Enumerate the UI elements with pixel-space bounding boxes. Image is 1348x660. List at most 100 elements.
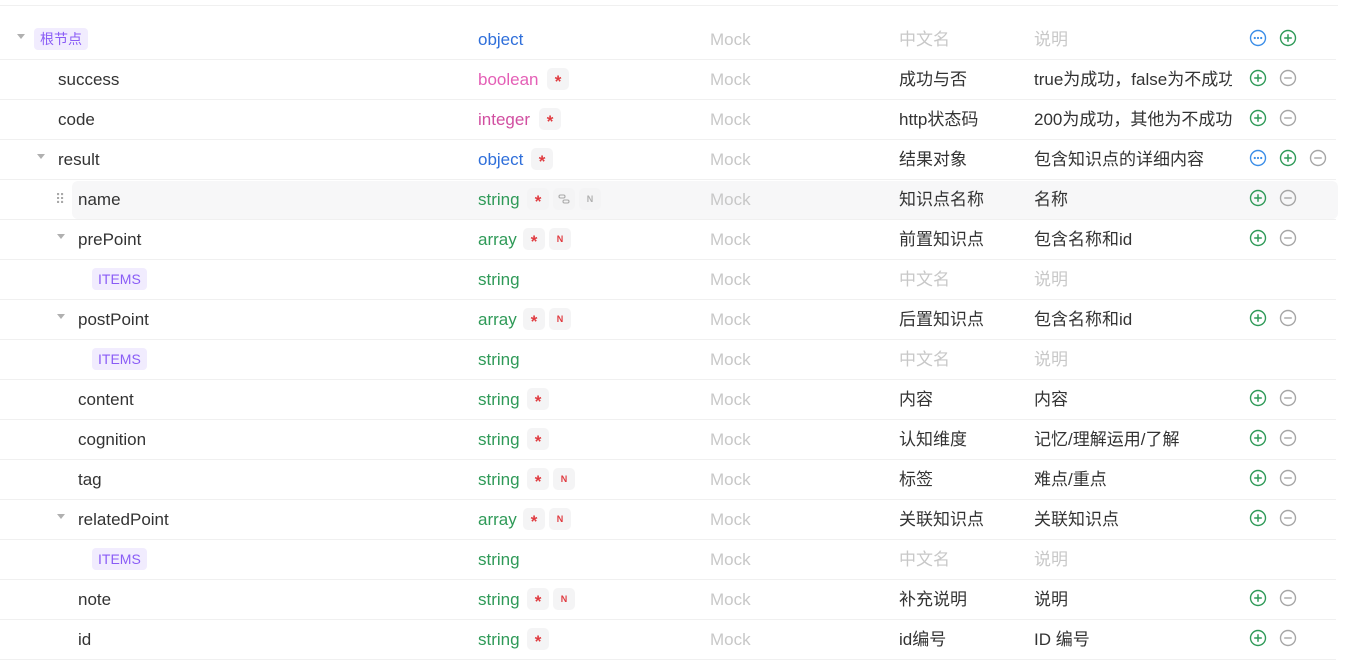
description-input[interactable]: 包含名称和id xyxy=(1034,309,1232,331)
chinese-name-input[interactable]: 前置知识点 xyxy=(899,229,984,251)
field-type[interactable]: integer xyxy=(478,109,530,131)
mock-input[interactable]: Mock xyxy=(710,349,751,371)
required-badge[interactable]: * xyxy=(523,228,545,251)
drag-handle-icon[interactable]: ⠿ xyxy=(55,191,65,207)
chinese-name-input[interactable]: 内容 xyxy=(899,389,933,411)
description-input[interactable]: 名称 xyxy=(1034,189,1232,211)
add-child-icon[interactable] xyxy=(1249,189,1267,207)
mock-input[interactable]: Mock xyxy=(710,149,751,171)
field-type[interactable]: string xyxy=(478,469,520,491)
remove-node-icon[interactable] xyxy=(1279,629,1297,647)
mock-input[interactable]: Mock xyxy=(710,389,751,411)
node-tag-label[interactable]: ITEMS xyxy=(92,548,147,570)
mock-input[interactable]: Mock xyxy=(710,469,751,491)
field-name[interactable]: cognition xyxy=(78,429,146,451)
description-input[interactable]: 难点/重点 xyxy=(1034,469,1232,491)
node-tag-label[interactable]: ITEMS xyxy=(92,348,147,370)
expand-caret-icon[interactable] xyxy=(37,154,45,159)
expand-caret-icon[interactable] xyxy=(17,34,25,39)
description-input[interactable]: 说明 xyxy=(1034,549,1232,571)
field-type[interactable]: object xyxy=(478,149,523,171)
nullable-badge[interactable]: N xyxy=(553,588,575,610)
add-child-icon[interactable] xyxy=(1249,429,1267,447)
remove-node-icon[interactable] xyxy=(1279,229,1297,247)
add-child-icon[interactable] xyxy=(1249,229,1267,247)
add-child-icon[interactable] xyxy=(1249,469,1267,487)
field-type[interactable]: boolean xyxy=(478,69,539,91)
mock-input[interactable]: Mock xyxy=(710,509,751,531)
required-badge[interactable]: * xyxy=(523,508,545,531)
remove-node-icon[interactable] xyxy=(1279,69,1297,87)
field-name[interactable]: name xyxy=(78,189,121,211)
more-options-icon[interactable] xyxy=(1249,29,1267,47)
chinese-name-input[interactable]: http状态码 xyxy=(899,109,978,131)
node-tag-label[interactable]: ITEMS xyxy=(92,268,147,290)
field-name[interactable]: result xyxy=(58,149,100,171)
remove-node-icon[interactable] xyxy=(1279,429,1297,447)
field-type[interactable]: string xyxy=(478,549,520,571)
description-input[interactable]: 说明 xyxy=(1034,349,1232,371)
field-type[interactable]: string xyxy=(478,429,520,451)
remove-node-icon[interactable] xyxy=(1279,589,1297,607)
description-input[interactable]: true为成功，false为不成功 xyxy=(1034,69,1232,91)
add-child-icon[interactable] xyxy=(1279,29,1297,47)
chinese-name-input[interactable]: id编号 xyxy=(899,629,946,651)
remove-node-icon[interactable] xyxy=(1279,469,1297,487)
field-type[interactable]: object xyxy=(478,29,523,51)
nullable-badge[interactable]: N xyxy=(579,188,601,210)
field-type[interactable]: string xyxy=(478,389,520,411)
remove-node-icon[interactable] xyxy=(1309,149,1327,167)
required-badge[interactable]: * xyxy=(527,388,549,411)
chinese-name-input[interactable]: 关联知识点 xyxy=(899,509,984,531)
field-type[interactable]: array xyxy=(478,229,517,251)
description-input[interactable]: 关联知识点 xyxy=(1034,509,1232,531)
description-input[interactable]: 包含知识点的详细内容 xyxy=(1034,149,1232,171)
chinese-name-input[interactable]: 补充说明 xyxy=(899,589,967,611)
chinese-name-input[interactable]: 后置知识点 xyxy=(899,309,984,331)
required-badge[interactable]: * xyxy=(539,108,561,131)
add-child-icon[interactable] xyxy=(1249,69,1267,87)
field-name[interactable]: prePoint xyxy=(78,229,141,251)
field-name[interactable]: success xyxy=(58,69,119,91)
field-name[interactable]: code xyxy=(58,109,95,131)
description-input[interactable]: 记忆/理解运用/了解 xyxy=(1034,429,1232,451)
description-input[interactable]: 内容 xyxy=(1034,389,1232,411)
description-input[interactable]: 说明 xyxy=(1034,29,1232,51)
field-name[interactable]: id xyxy=(78,629,91,651)
mock-input[interactable]: Mock xyxy=(710,549,751,571)
chinese-name-input[interactable]: 中文名 xyxy=(899,29,950,51)
chinese-name-input[interactable]: 标签 xyxy=(899,469,933,491)
node-tag-label[interactable]: 根节点 xyxy=(34,28,88,50)
required-badge[interactable]: * xyxy=(527,468,549,491)
description-input[interactable]: 包含名称和id xyxy=(1034,229,1232,251)
mock-input[interactable]: Mock xyxy=(710,109,751,131)
field-type[interactable]: string xyxy=(478,269,520,291)
mock-input[interactable]: Mock xyxy=(710,189,751,211)
add-child-icon[interactable] xyxy=(1249,509,1267,527)
chinese-name-input[interactable]: 认知维度 xyxy=(899,429,967,451)
field-type[interactable]: array xyxy=(478,309,517,331)
add-child-icon[interactable] xyxy=(1249,629,1267,647)
required-badge[interactable]: * xyxy=(531,148,553,171)
field-name[interactable]: content xyxy=(78,389,134,411)
remove-node-icon[interactable] xyxy=(1279,109,1297,127)
field-name[interactable]: tag xyxy=(78,469,102,491)
chinese-name-input[interactable]: 中文名 xyxy=(899,349,950,371)
required-badge[interactable]: * xyxy=(527,588,549,611)
more-options-icon[interactable] xyxy=(1249,149,1267,167)
required-badge[interactable]: * xyxy=(547,68,569,91)
add-child-icon[interactable] xyxy=(1279,149,1297,167)
required-badge[interactable]: * xyxy=(527,628,549,651)
required-badge[interactable]: * xyxy=(527,428,549,451)
add-child-icon[interactable] xyxy=(1249,389,1267,407)
field-type[interactable]: array xyxy=(478,509,517,531)
remove-node-icon[interactable] xyxy=(1279,509,1297,527)
field-type[interactable]: string xyxy=(478,189,520,211)
reference-icon[interactable] xyxy=(553,188,575,210)
field-type[interactable]: string xyxy=(478,589,520,611)
required-badge[interactable]: * xyxy=(527,188,549,211)
mock-input[interactable]: Mock xyxy=(710,229,751,251)
description-input[interactable]: 说明 xyxy=(1034,589,1232,611)
expand-caret-icon[interactable] xyxy=(57,514,65,519)
description-input[interactable]: 200为成功，其他为不成功 xyxy=(1034,109,1232,131)
